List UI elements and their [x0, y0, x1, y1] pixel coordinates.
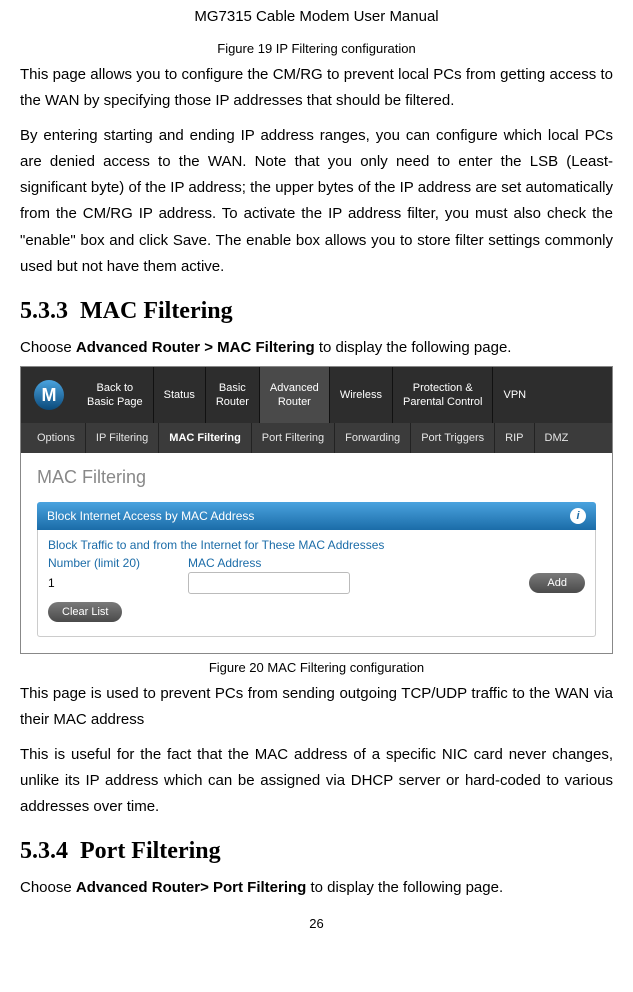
instruction-mac-filtering: Choose Advanced Router > MAC Filtering t…	[20, 339, 613, 356]
add-button[interactable]: Add	[529, 573, 585, 593]
instruction-port-filtering: Choose Advanced Router> Port Filtering t…	[20, 879, 613, 896]
subnav-forwarding[interactable]: Forwarding	[335, 423, 411, 453]
subnav-options[interactable]: Options	[27, 423, 86, 453]
nav-back-to-basic[interactable]: Back to Basic Page	[77, 367, 154, 423]
section-number: 5.3.3	[20, 298, 68, 324]
section-title: Port Filtering	[80, 838, 221, 864]
brand-logo: M	[21, 380, 77, 410]
info-icon[interactable]: i	[570, 508, 586, 524]
section-title: MAC Filtering	[80, 298, 233, 324]
screenshot-topnav: M Back to Basic Page Status Basic Router…	[21, 367, 612, 423]
figure-caption-19: Figure 19 IP Filtering configuration	[20, 41, 613, 56]
column-header-mac: MAC Address	[188, 556, 261, 570]
subnav-port-filtering[interactable]: Port Filtering	[252, 423, 335, 453]
nav-protection-parental[interactable]: Protection & Parental Control	[393, 367, 494, 423]
paragraph-ip-filter-detail: By entering starting and ending IP addre…	[20, 123, 613, 281]
subnav-mac-filtering[interactable]: MAC Filtering	[159, 423, 252, 453]
paragraph-mac-filter-detail: This is useful for the fact that the MAC…	[20, 742, 613, 821]
panel-header-bar: Block Internet Access by MAC Address i	[37, 502, 596, 530]
panel-body: Block Traffic to and from the Internet f…	[37, 530, 596, 637]
screenshot-page-title: MAC Filtering	[37, 467, 596, 488]
subnav-ip-filtering[interactable]: IP Filtering	[86, 423, 159, 453]
nav-vpn[interactable]: VPN	[493, 367, 536, 423]
nav-wireless[interactable]: Wireless	[330, 367, 393, 423]
column-header-number: Number (limit 20)	[48, 556, 188, 570]
screenshot-mac-filtering: M Back to Basic Page Status Basic Router…	[20, 366, 613, 654]
motorola-logo-icon: M	[34, 380, 64, 410]
paragraph-ip-filter-intro: This page allows you to configure the CM…	[20, 62, 613, 115]
nav-status[interactable]: Status	[154, 367, 206, 423]
section-heading-5-3-4: 5.3.4 Port Filtering	[20, 838, 613, 865]
section-heading-5-3-3: 5.3.3 MAC Filtering	[20, 298, 613, 325]
clear-list-button[interactable]: Clear List	[48, 602, 122, 622]
paragraph-mac-filter-intro: This page is used to prevent PCs from se…	[20, 681, 613, 734]
section-number: 5.3.4	[20, 838, 68, 864]
screenshot-subnav: Options IP Filtering MAC Filtering Port …	[21, 423, 612, 453]
subnav-dmz[interactable]: DMZ	[535, 423, 579, 453]
page-number: 26	[20, 916, 613, 931]
panel-description: Block Traffic to and from the Internet f…	[48, 538, 585, 552]
mac-address-input[interactable]	[188, 572, 350, 594]
nav-advanced-router[interactable]: Advanced Router	[260, 367, 330, 423]
subnav-port-triggers[interactable]: Port Triggers	[411, 423, 495, 453]
subnav-rip[interactable]: RIP	[495, 423, 534, 453]
panel-header-label: Block Internet Access by MAC Address	[47, 509, 254, 523]
figure-caption-20: Figure 20 MAC Filtering configuration	[20, 660, 613, 675]
row-number-value: 1	[48, 576, 188, 590]
doc-header: MG7315 Cable Modem User Manual	[20, 0, 613, 37]
nav-basic-router[interactable]: Basic Router	[206, 367, 260, 423]
